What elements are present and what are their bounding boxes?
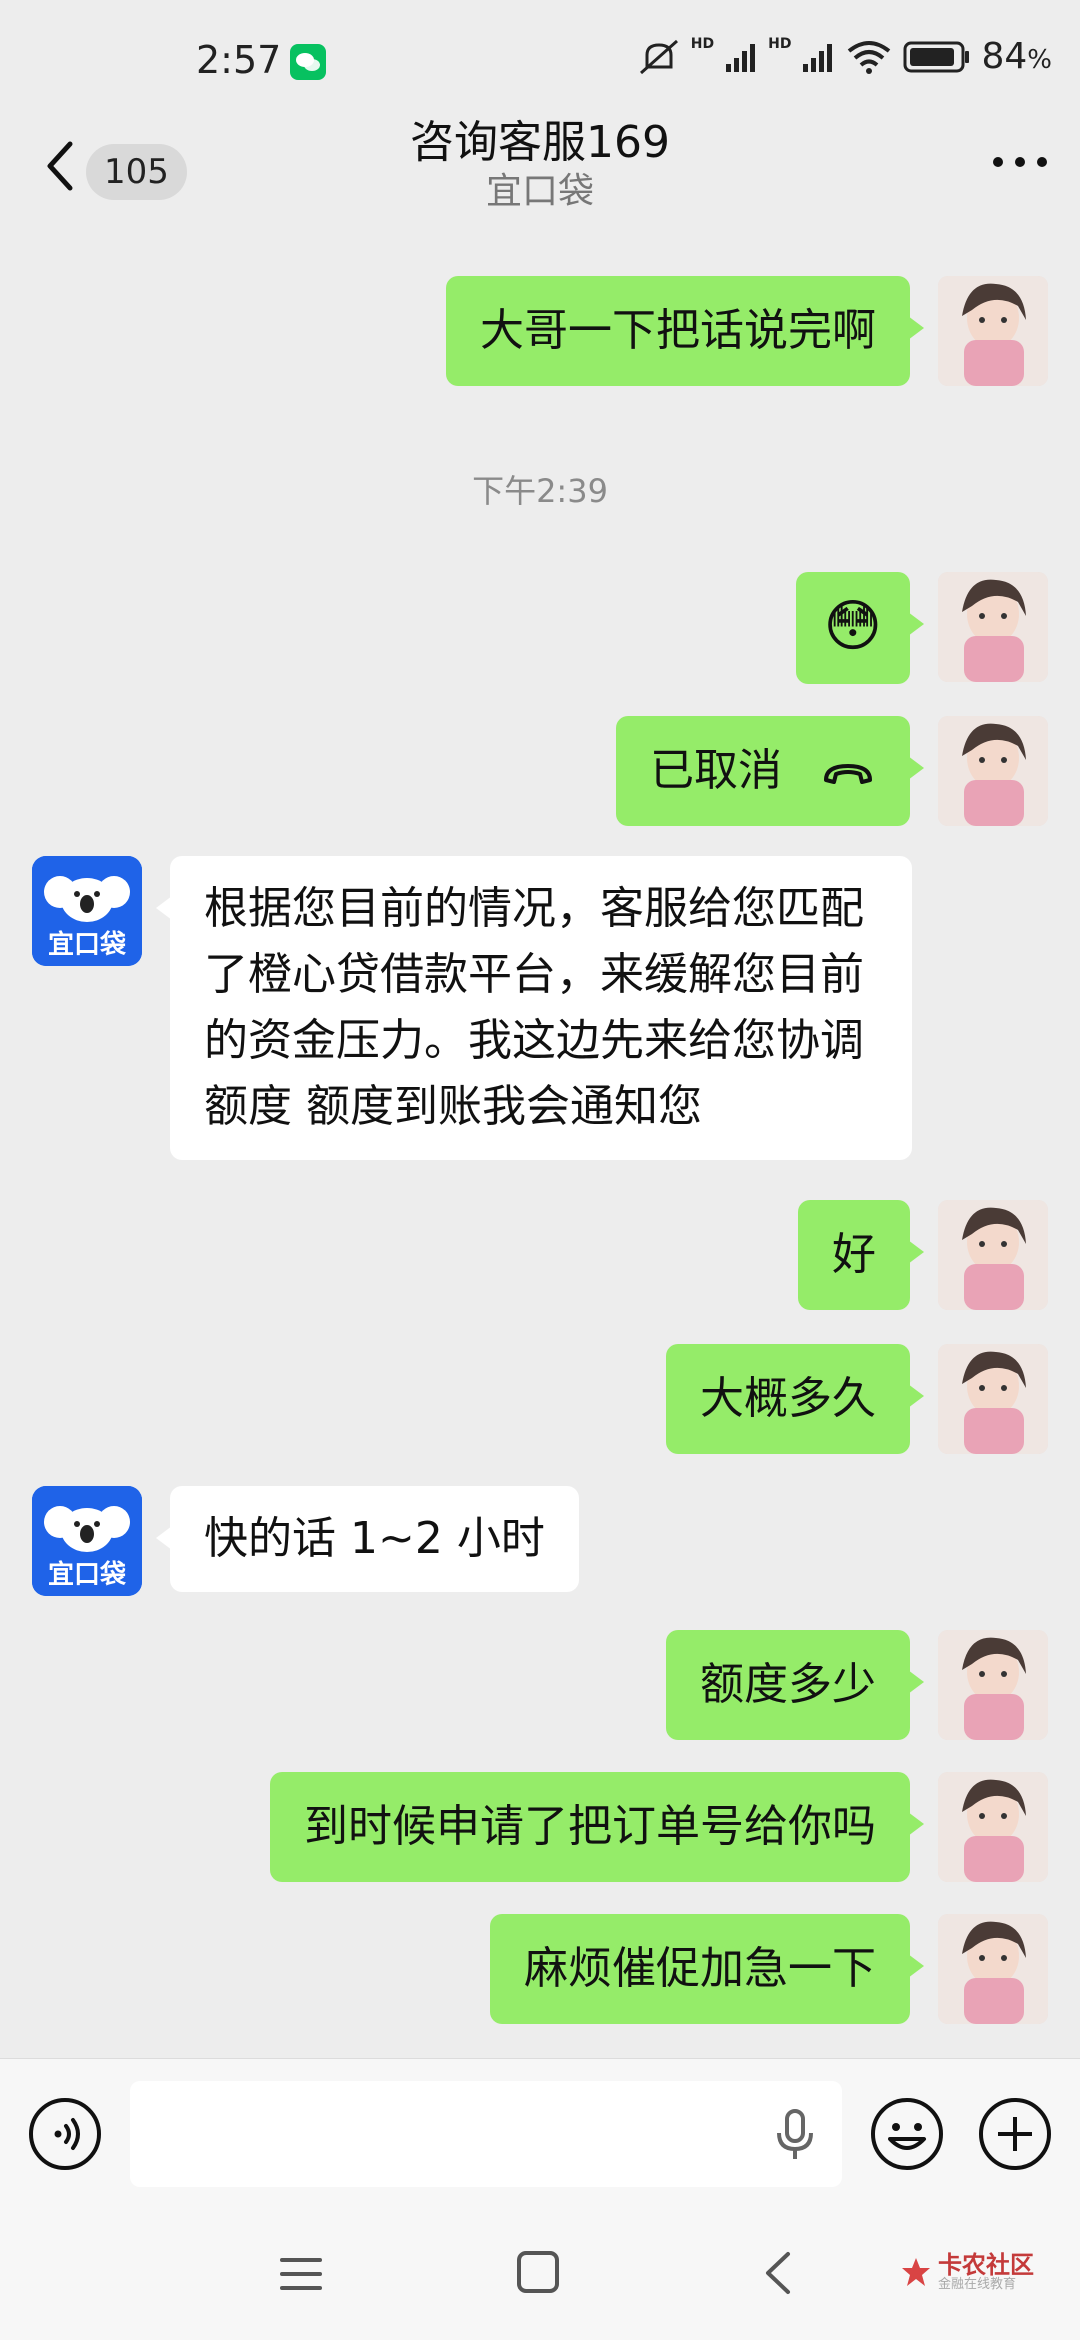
avatar[interactable] (938, 276, 1048, 386)
bot-avatar[interactable]: 宜口袋 (32, 856, 142, 966)
message-bubble-self[interactable]: 到时候申请了把订单号给你吗 (270, 1772, 924, 1882)
status-time: 2:57 (196, 38, 282, 82)
message-bubble-self[interactable]: 大概多久 (666, 1344, 924, 1454)
wechat-icon (290, 44, 326, 80)
battery-unit: % (1027, 45, 1052, 75)
chat-title: 咨询客服169 (410, 117, 670, 168)
avatar[interactable] (938, 1914, 1048, 2024)
mute-icon (639, 39, 678, 74)
hd-label-1: HD (690, 36, 715, 52)
signal-icon-1 (726, 43, 756, 72)
battery-icon (903, 41, 970, 72)
message-bubble-self[interactable]: 😳 (795, 572, 925, 684)
watermark: 卡农社区 金融在线教育 (900, 2252, 1034, 2292)
status-bar: 2:57 HD HD 84% (0, 0, 1080, 120)
battery-value: 84 (981, 36, 1028, 77)
watermark-logo-icon (902, 2258, 930, 2286)
avatar[interactable] (938, 1772, 1048, 1882)
bot-avatar-label: 宜口袋 (47, 1560, 126, 1590)
input-bar (0, 2058, 1080, 2208)
status-icons: HD HD 84% (637, 36, 1052, 77)
call-canceled-bubble[interactable]: 已取消 (616, 716, 924, 826)
message-input[interactable] (130, 2081, 842, 2187)
avatar[interactable] (938, 1630, 1048, 1740)
flushed-face-emoji: 😳 (823, 594, 882, 659)
hd-label-2: HD (768, 36, 792, 52)
voice-icon[interactable] (28, 2097, 102, 2171)
wifi-icon (848, 40, 891, 74)
message-bubble-self[interactable]: 额度多少 (666, 1630, 924, 1740)
chat-header: 105 咨询客服169 宜口袋 (0, 117, 1080, 220)
hangup-icon (824, 764, 872, 784)
message-bubble-self[interactable]: 好 (798, 1200, 924, 1310)
message-bubble-self[interactable]: 麻烦催促加急一下 (490, 1914, 924, 2024)
chat-subtitle: 宜口袋 (485, 171, 594, 212)
avatar[interactable] (938, 1200, 1048, 1310)
system-nav-bar: 卡农社区 金融在线教育 (0, 2208, 1080, 2340)
message-bubble-self[interactable]: 大哥一下把话说完啊 (446, 276, 924, 386)
battery-level: 84% (981, 36, 1052, 77)
watermark-subtext: 金融在线教育 (938, 2277, 1017, 2292)
message-bubble-other[interactable]: 根据您目前的情况，客服给您匹配 了橙心贷借款平台，来缓解您目前 的资金压力。我这… (156, 856, 912, 1160)
emoji-icon[interactable] (870, 2097, 944, 2171)
plus-icon[interactable] (978, 2097, 1052, 2171)
more-dots-icon[interactable] (990, 142, 1050, 182)
timestamp: 下午2:39 (472, 472, 608, 510)
watermark-text: 卡农社区 (938, 2251, 1034, 2279)
bot-avatar-label: 宜口袋 (47, 930, 126, 960)
recent-apps-icon[interactable] (278, 2252, 324, 2296)
home-icon[interactable] (514, 2248, 562, 2296)
avatar[interactable] (938, 1344, 1048, 1454)
back-icon[interactable] (760, 2248, 796, 2298)
call-status-text: 已取消 (650, 745, 782, 796)
signal-icon-2 (803, 43, 833, 72)
bot-avatar[interactable]: 宜口袋 (32, 1486, 142, 1596)
mic-icon[interactable] (770, 2107, 820, 2163)
avatar[interactable] (938, 572, 1048, 682)
message-bubble-other[interactable]: 快的话 1~2 小时 (156, 1486, 579, 1592)
avatar[interactable] (938, 716, 1048, 826)
